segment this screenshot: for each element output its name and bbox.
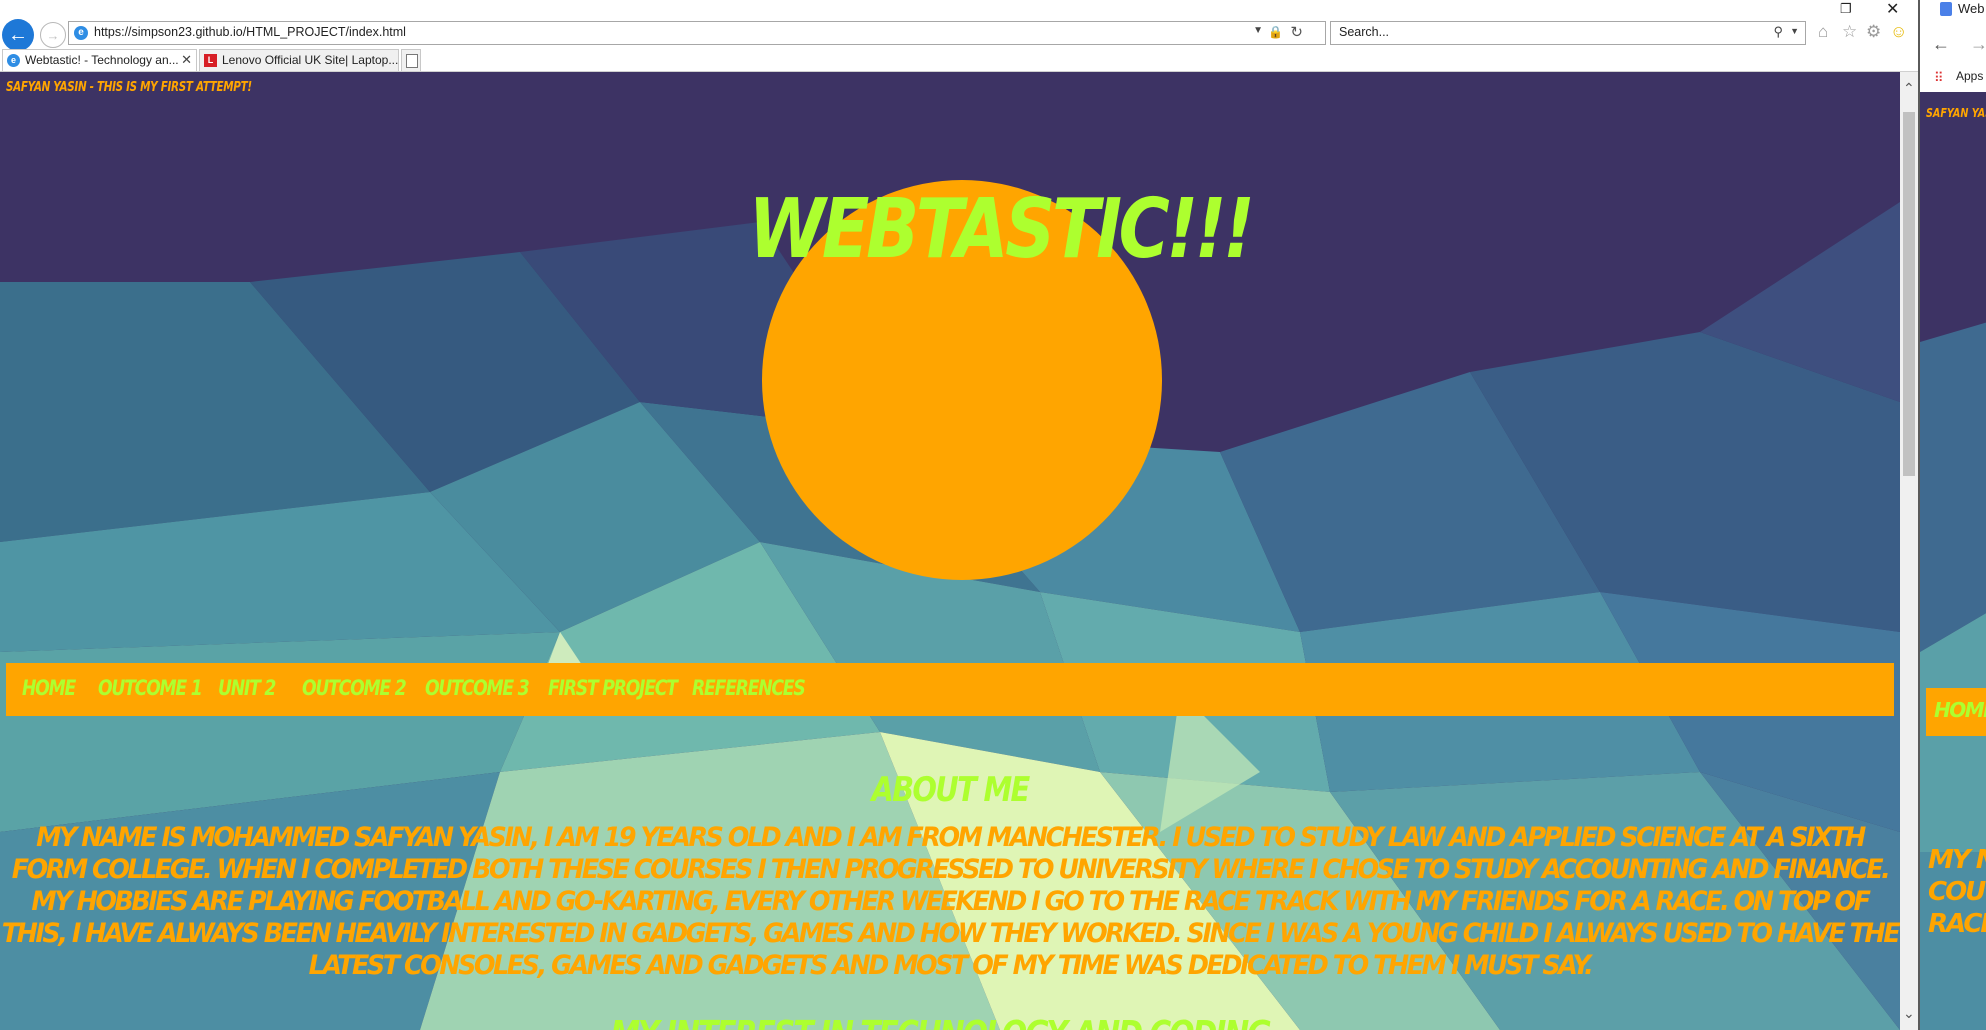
tab-title: Webtastic! - Technology an... [25, 53, 179, 67]
address-row: ❐ ✕ ← → e https://simpson23.github.io/HT… [0, 1, 1918, 51]
scroll-down-icon[interactable]: ⌄ [1903, 1005, 1915, 1022]
nav-unit-2[interactable]: Unit 2 [218, 676, 276, 700]
nav-first-project[interactable]: First Project [548, 676, 678, 700]
chrome-apps-label[interactable]: Apps [1956, 69, 1983, 83]
new-tab-button[interactable] [401, 49, 421, 71]
refresh-icon[interactable]: ↻ [1290, 23, 1303, 41]
page-content: Safyan Yasin - This is my first attempt!… [0, 72, 1900, 1030]
apps-grid-icon[interactable]: ⠿ [1934, 70, 1943, 86]
nav-references[interactable]: References [692, 676, 806, 700]
chrome-tab-title[interactable]: Web [1958, 1, 1985, 16]
search-dropdown-icon[interactable]: ▼ [1790, 26, 1799, 36]
top-tagline: Safyan Yasin - This is my first attempt! [6, 80, 252, 95]
chrome-page: Safyan Yas Home My na cou race t [1920, 92, 1986, 1030]
docs-favicon-icon [1940, 2, 1952, 16]
chrome-nav-bar: Home [1926, 688, 1986, 736]
chrome-back-icon[interactable]: ← [1932, 34, 1950, 55]
tab-title: Lenovo Official UK Site| Laptop... [222, 53, 399, 67]
close-window-button[interactable]: ✕ [1886, 0, 1899, 19]
lock-icon[interactable]: 🔒 [1268, 25, 1283, 39]
chrome-nav-home[interactable]: Home [1934, 698, 1986, 722]
scroll-thumb[interactable] [1903, 112, 1915, 476]
back-button[interactable]: ← [2, 19, 34, 51]
scroll-up-icon[interactable]: ⌃ [1903, 80, 1915, 97]
web-page: Safyan Yasin - This is my first attempt!… [0, 72, 1900, 1030]
chrome-paragraph: My na cou race t [1928, 845, 1986, 939]
about-me-heading: About Me [871, 770, 1030, 811]
site-title: WEBTASTIC!!! [748, 182, 1254, 277]
favorites-star-icon[interactable]: ☆ [1842, 22, 1857, 42]
home-icon[interactable]: ⌂ [1818, 22, 1828, 42]
forward-button[interactable]: → [40, 22, 66, 48]
chrome-forward-icon[interactable]: → [1970, 34, 1986, 55]
new-tab-icon [406, 54, 418, 68]
back-arrow-icon: ← [8, 23, 28, 46]
tab-close-icon[interactable]: ✕ [181, 52, 192, 68]
address-bar[interactable]: e https://simpson23.github.io/HTML_PROJE… [68, 21, 1326, 45]
tools-gear-icon[interactable]: ⚙ [1866, 22, 1881, 42]
vertical-scrollbar[interactable]: ⌃ ⌄ [1900, 72, 1918, 1030]
chrome-tagline: Safyan Yas [1926, 106, 1986, 120]
url-dropdown-icon[interactable]: ▼ [1253, 25, 1263, 36]
search-input[interactable] [1337, 24, 1741, 40]
chrome-window: Web ← → ⠿ Apps Safyan Yas Home My na cou… [1918, 0, 1986, 1030]
restore-button[interactable]: ❐ [1840, 1, 1852, 17]
lenovo-favicon-icon: L [204, 54, 217, 67]
ie-window: — ❐ ✕ ← → e https://simpson23.github.io/… [0, 0, 1918, 1030]
about-me-paragraph: My name is Mohammed Safyan Yasin, I am 1… [1, 822, 1900, 981]
feedback-smiley-icon[interactable]: ☺ [1890, 22, 1907, 42]
forward-arrow-icon: → [46, 27, 60, 43]
search-box[interactable]: ⚲ ▼ [1330, 21, 1806, 45]
search-icon[interactable]: ⚲ [1773, 24, 1783, 40]
nav-outcome-2[interactable]: Outcome 2 [302, 676, 407, 700]
tab-row: e Webtastic! - Technology an... ✕ L Leno… [0, 49, 1918, 72]
url-text[interactable]: https://simpson23.github.io/HTML_PROJECT… [94, 25, 406, 39]
nav-outcome-1[interactable]: Outcome 1 [98, 676, 203, 700]
tab-webtastic[interactable]: e Webtastic! - Technology an... ✕ [2, 49, 197, 71]
about-text-wrapper: My name is Mohammed Safyan Yasin, I am 1… [1, 822, 1900, 982]
nav-outcome-3[interactable]: Outcome 3 [425, 676, 530, 700]
interest-heading: My Interest in Technology and Coding [152, 1014, 1729, 1030]
ie-favicon-icon: e [7, 54, 20, 67]
main-nav-bar: Home Outcome 1 Unit 2 Outcome 2 Outcome … [6, 663, 1894, 716]
nav-home[interactable]: Home [22, 676, 76, 700]
ie-page-icon: e [74, 26, 88, 40]
tab-lenovo[interactable]: L Lenovo Official UK Site| Laptop... [199, 49, 399, 71]
